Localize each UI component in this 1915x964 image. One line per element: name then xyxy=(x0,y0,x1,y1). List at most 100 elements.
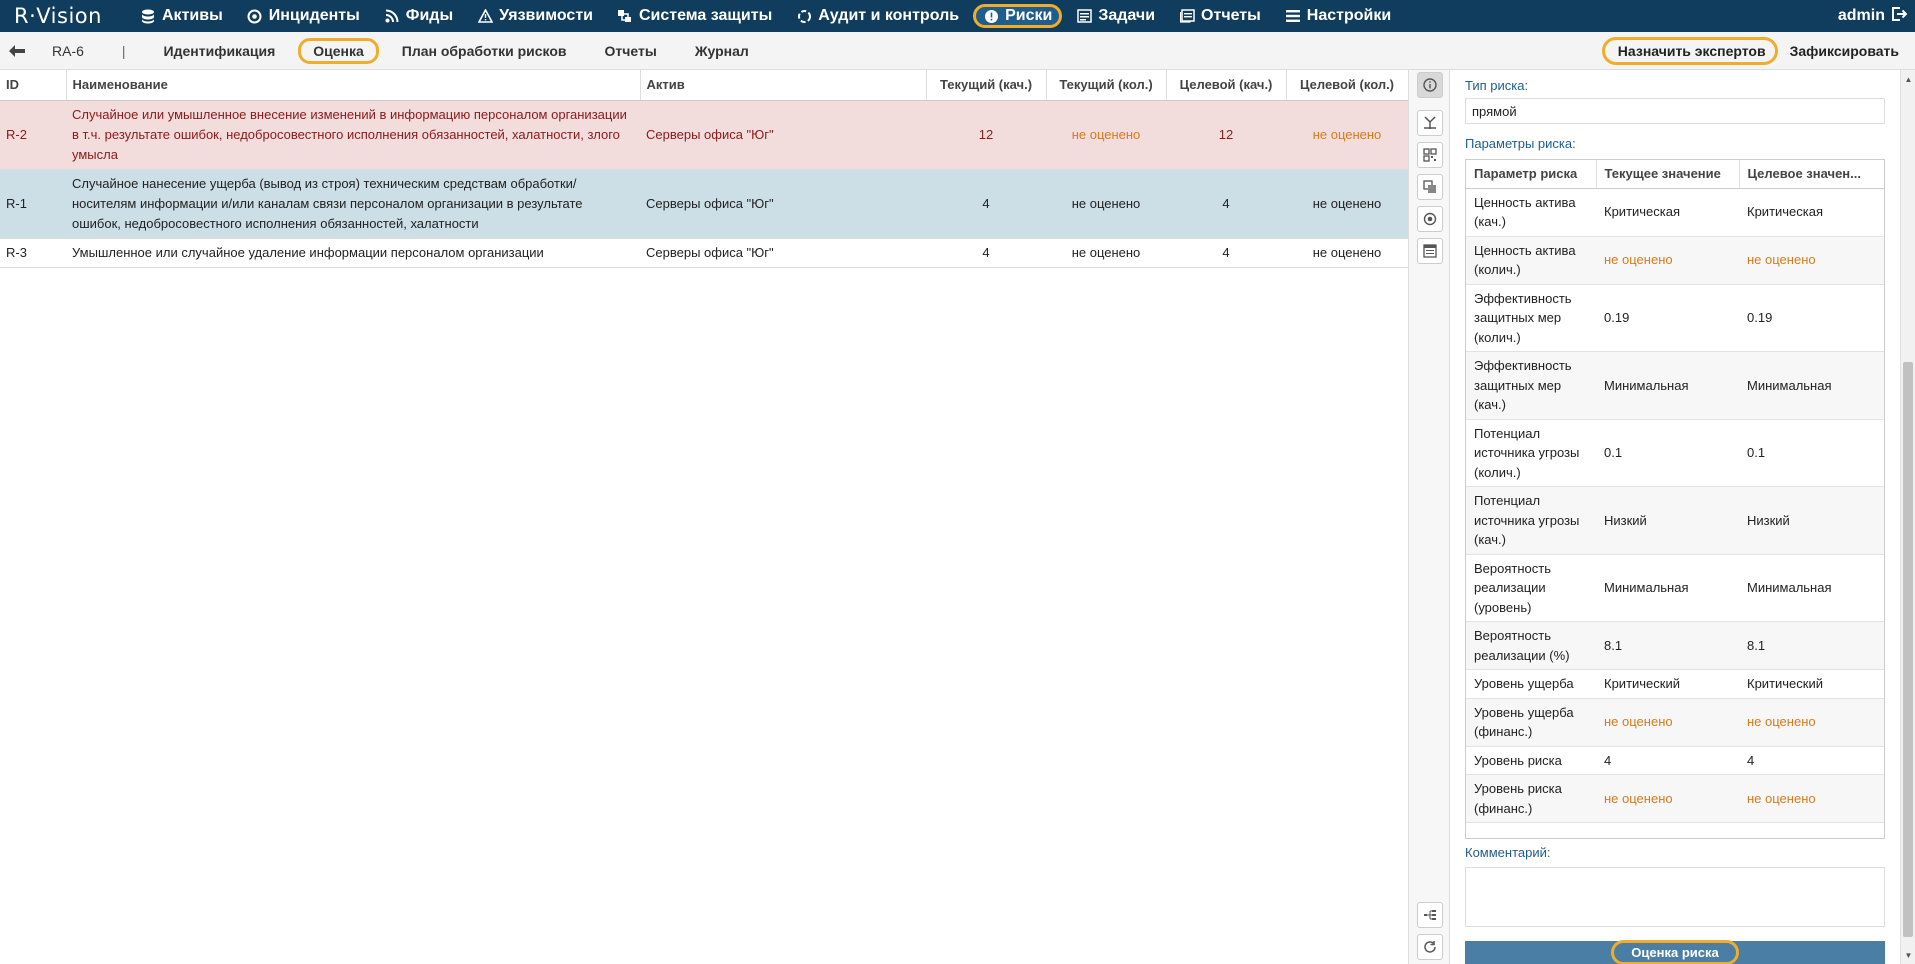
param-target: 0.19 xyxy=(1739,284,1884,352)
risk-details-panel: Тип риска: прямой Параметры риска: Парам… xyxy=(1450,70,1900,964)
tab-treatment-plan[interactable]: План обработки рисков xyxy=(383,43,586,59)
tab-assessment[interactable]: Оценка xyxy=(294,37,383,64)
panel-scrollbar[interactable]: ▲ ▼ xyxy=(1900,70,1915,964)
nav-assets-label: Активы xyxy=(162,7,223,24)
param-row[interactable]: Уровень ущерба (финанс.) не оценено не оце… xyxy=(1466,698,1884,747)
blocks-icon xyxy=(617,8,633,24)
risk-target-quant: не оценено xyxy=(1286,238,1408,268)
param-target: 0.1 xyxy=(1739,419,1884,487)
refresh-icon[interactable] xyxy=(1417,934,1443,960)
user-menu[interactable]: admin xyxy=(1837,0,1908,32)
param-row[interactable]: Вероятность реализации (%) 8.1 8.1 xyxy=(1466,621,1884,670)
param-row[interactable]: Уровень риска 4 4 xyxy=(1466,746,1884,775)
tab-reports[interactable]: Отчеты xyxy=(586,43,676,59)
param-current: не оценено xyxy=(1596,698,1739,747)
nav-assets[interactable]: Активы xyxy=(128,0,235,32)
param-current: не оценено xyxy=(1596,774,1739,823)
app-logo[interactable]: R·Vision xyxy=(0,4,128,28)
col-param[interactable]: Параметр риска xyxy=(1466,160,1597,189)
col-target-qual[interactable]: Целевой (кач.) xyxy=(1166,70,1287,101)
param-row[interactable]: Ценность актива (кач.) Критическая Критиче… xyxy=(1466,188,1884,237)
param-target: не оценено xyxy=(1739,236,1884,285)
col-current-qual[interactable]: Текущий (кач.) xyxy=(926,70,1047,101)
comment-field[interactable] xyxy=(1465,867,1885,927)
risk-type-field[interactable]: прямой xyxy=(1465,98,1885,124)
back-arrow-icon[interactable] xyxy=(0,44,34,57)
param-current: Минимальная xyxy=(1596,351,1739,420)
username: admin xyxy=(1837,7,1885,24)
col-target-value[interactable]: Целевое значен... xyxy=(1739,160,1884,189)
risk-list: ID Наименование Актив Текущий (кач.) Тек… xyxy=(0,70,1409,964)
scroll-up-icon[interactable]: ▲ xyxy=(1901,72,1915,86)
tab-identification[interactable]: Идентификация xyxy=(145,43,295,59)
risk-asset: Серверы офиса "Юг" xyxy=(640,100,926,170)
param-row[interactable]: Уровень риска (финанс.) не оценено не оцен… xyxy=(1466,774,1884,823)
nav-protection-label: Система защиты xyxy=(638,7,773,24)
tab-journal[interactable]: Журнал xyxy=(676,43,768,59)
col-name[interactable]: Наименование xyxy=(66,70,641,101)
param-row[interactable]: Потенциал источника угрозы (кач.) Низкий Н… xyxy=(1466,486,1884,555)
nav-feeds[interactable]: Фиды xyxy=(372,0,465,32)
table-row[interactable]: R-3 Умышленное или случайное удаление ин… xyxy=(0,238,1408,268)
target-icon[interactable] xyxy=(1417,206,1443,232)
nav-reports-label: Отчеты xyxy=(1201,7,1261,24)
param-row[interactable]: Потенциал источника угрозы (колич.) 0.1 0.… xyxy=(1466,419,1884,487)
nav-protection[interactable]: Система защиты xyxy=(605,0,784,32)
scroll-thumb[interactable] xyxy=(1903,362,1913,937)
info-icon[interactable] xyxy=(1417,72,1443,98)
nav-settings[interactable]: Настройки xyxy=(1273,0,1403,32)
param-target: Низкий xyxy=(1739,486,1884,555)
param-row[interactable]: Уровень ущерба Критический Критический xyxy=(1466,669,1884,699)
param-name: Ценность актива (кач.) xyxy=(1466,188,1596,237)
col-current-quant[interactable]: Текущий (кол.) xyxy=(1046,70,1167,101)
comment-label: Комментарий: xyxy=(1465,845,1551,860)
top-navigation: R·Vision Активы Инциденты Фиды Уязвимост… xyxy=(0,0,1915,32)
param-name: Уровень ущерба xyxy=(1466,669,1596,699)
col-target-quant[interactable]: Целевой (кол.) xyxy=(1286,70,1409,101)
risk-target-qual: 12 xyxy=(1166,100,1286,170)
risk-asset: Серверы офиса "Юг" xyxy=(640,169,926,239)
copy-icon[interactable] xyxy=(1417,174,1443,200)
param-row[interactable]: Эффективность защитных мер (колич.) 0.19 0… xyxy=(1466,284,1884,352)
table-icon[interactable] xyxy=(1417,238,1443,264)
param-name: Ценность актива (колич.) xyxy=(1466,236,1596,285)
param-target: Критический xyxy=(1739,669,1884,699)
qr-icon[interactable] xyxy=(1417,142,1443,168)
logout-icon[interactable] xyxy=(1891,6,1908,27)
col-id[interactable]: ID xyxy=(0,70,67,101)
param-current: Низкий xyxy=(1596,486,1739,555)
side-toolbar xyxy=(1408,70,1450,964)
merge-icon[interactable] xyxy=(1417,110,1443,136)
col-current-value[interactable]: Текущее значение xyxy=(1596,160,1740,189)
main-menu: Активы Инциденты Фиды Уязвимости Система… xyxy=(128,0,1403,32)
risk-current-quant: не оценено xyxy=(1046,100,1166,170)
cycle-icon xyxy=(796,8,812,24)
risk-current-qual: 4 xyxy=(926,238,1046,268)
risk-name: Случайное или умышленное внесение измене… xyxy=(66,100,640,170)
assign-experts-button[interactable]: Назначить экспертов xyxy=(1601,37,1778,65)
nav-reports[interactable]: Отчеты xyxy=(1167,0,1273,32)
fix-button[interactable]: Зафиксировать xyxy=(1790,43,1899,59)
alert-circle-icon xyxy=(983,8,999,24)
nav-tasks[interactable]: Задачи xyxy=(1064,0,1167,32)
params-header: Параметр риска Текущее значение Целевое … xyxy=(1466,160,1884,189)
nav-incidents[interactable]: Инциденты xyxy=(235,0,372,32)
nav-risks[interactable]: Риски xyxy=(971,0,1064,32)
record-toolbar: RA-6 | Идентификация Оценка План обработ… xyxy=(0,32,1915,70)
param-target: Минимальная xyxy=(1739,554,1884,622)
table-row[interactable]: R-2 Случайное или умышленное внесение из… xyxy=(0,100,1408,170)
risk-type-label: Тип риска: xyxy=(1465,78,1529,93)
tree-icon[interactable] xyxy=(1417,902,1443,928)
col-asset[interactable]: Актив xyxy=(640,70,927,101)
nav-settings-label: Настройки xyxy=(1306,7,1392,24)
param-current: Минимальная xyxy=(1596,554,1739,622)
param-row[interactable]: Ценность актива (колич.) не оценено не оце… xyxy=(1466,236,1884,285)
assess-risk-button[interactable]: Оценка риска xyxy=(1465,940,1885,964)
toolbar-separator: | xyxy=(121,42,126,59)
nav-audit[interactable]: Аудит и контроль xyxy=(784,0,971,32)
param-row[interactable]: Вероятность реализации (уровень) Минималь… xyxy=(1466,554,1884,622)
scroll-down-icon[interactable]: ▼ xyxy=(1901,948,1915,962)
nav-vulnerabilities[interactable]: Уязвимости xyxy=(465,0,605,32)
param-row[interactable]: Эффективность защитных мер (кач.) Минимал… xyxy=(1466,351,1884,420)
table-row[interactable]: R-1 Случайное нанесение ущерба (вывод из… xyxy=(0,169,1408,239)
